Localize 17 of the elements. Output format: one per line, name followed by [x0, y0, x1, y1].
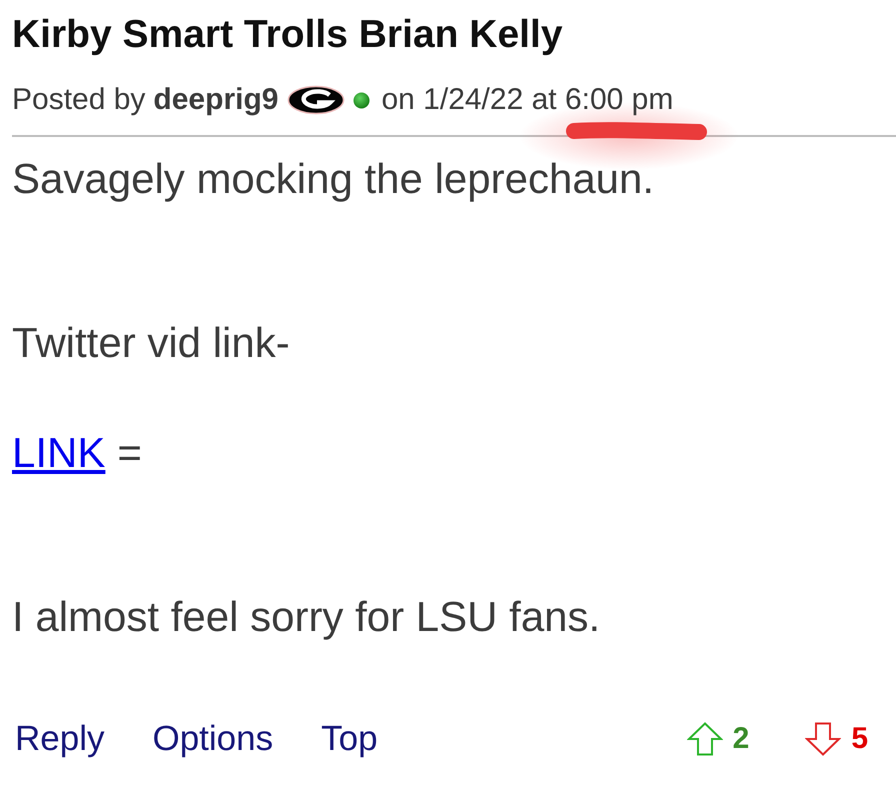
upvote-button[interactable]: 2 — [686, 722, 750, 756]
action-link[interactable]: Options — [152, 716, 274, 761]
post-link[interactable]: LINK — [12, 426, 106, 480]
action-link[interactable]: Top — [321, 716, 378, 761]
post-title: Kirby Smart Trolls Brian Kelly — [12, 12, 563, 58]
oval-g-logo-icon — [287, 85, 346, 115]
byline-prefix: Posted by — [12, 82, 146, 118]
down-arrow-icon — [805, 722, 842, 756]
post-text: I almost feel sorry for LSU fans. — [12, 592, 600, 642]
downvote-button[interactable]: 5 — [805, 722, 868, 756]
up-arrow-icon — [686, 722, 723, 756]
post-date: on 1/24/22 at 6:00 pm — [381, 82, 674, 118]
post-text: Savagely mocking the leprechaun. — [12, 154, 654, 204]
action-link[interactable]: Reply — [15, 716, 104, 761]
post-text: Twitter vid link- — [12, 318, 290, 368]
author-link[interactable]: deeprig9 — [153, 82, 278, 118]
link-suffix: = — [117, 428, 142, 478]
